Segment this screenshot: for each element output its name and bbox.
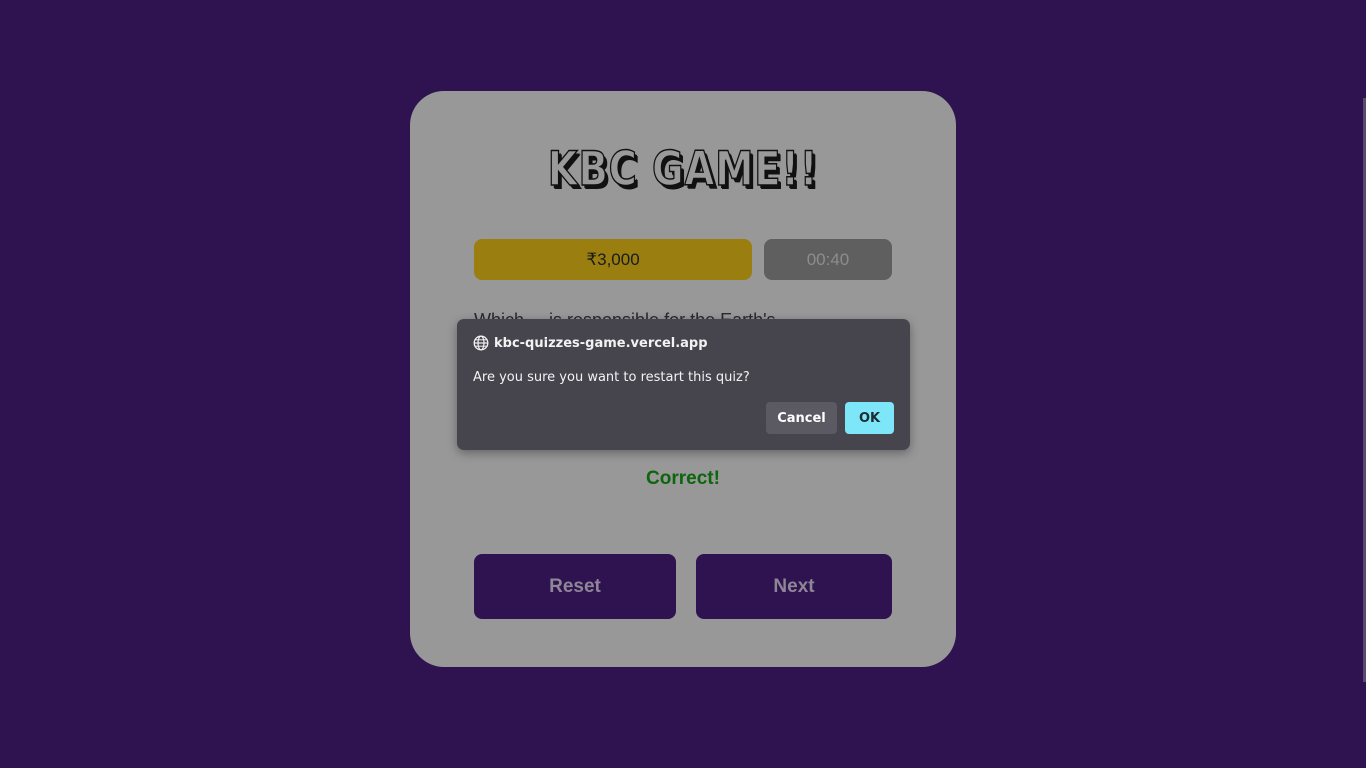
globe-icon [473, 335, 489, 351]
dialog-origin: kbc-quizzes-game.vercel.app [473, 335, 708, 351]
confirm-dialog: kbc-quizzes-game.vercel.app Are you sure… [457, 319, 910, 450]
next-button[interactable]: Next [696, 554, 892, 619]
cancel-button[interactable]: Cancel [766, 402, 837, 434]
dialog-message: Are you sure you want to restart this qu… [473, 370, 750, 385]
page: KBC GAME!! ₹3,000 00:40 Which ... is res… [0, 0, 1366, 768]
result-message: Correct! [646, 468, 720, 489]
ok-button[interactable]: OK [845, 402, 894, 434]
dialog-origin-label: kbc-quizzes-game.vercel.app [494, 335, 708, 351]
game-title: KBC GAME!! [547, 141, 819, 198]
prize-amount: ₹3,000 [474, 239, 752, 280]
reset-button[interactable]: Reset [474, 554, 676, 619]
timer: 00:40 [764, 239, 892, 280]
